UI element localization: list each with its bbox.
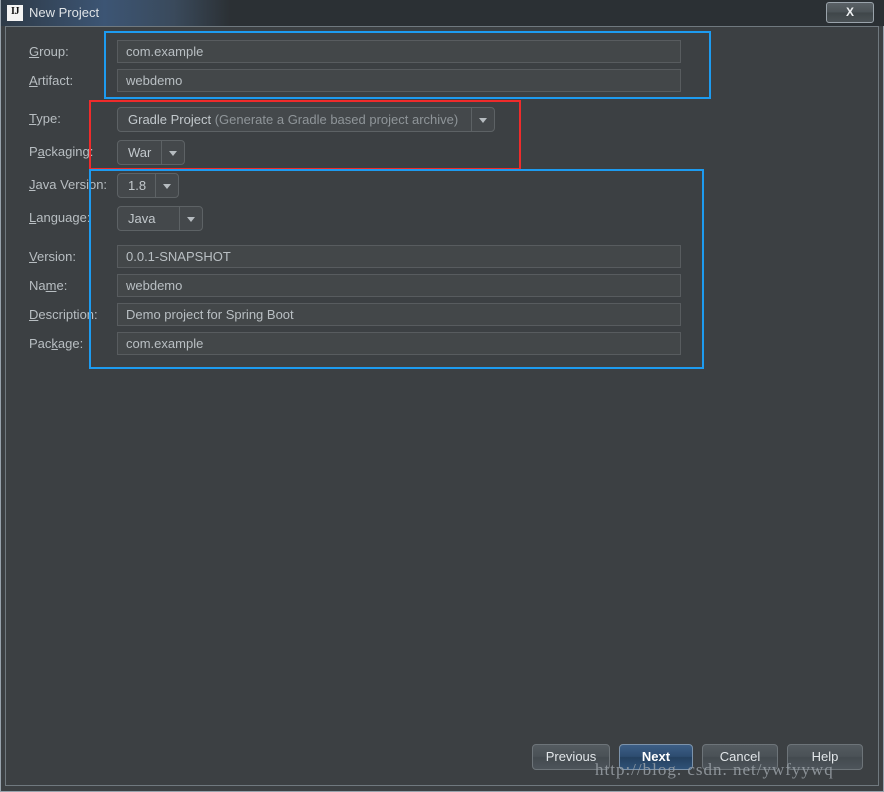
chevron-down-icon[interactable] [471,108,494,131]
help-button[interactable]: Help [787,744,863,770]
form-row-packaging: Packaging: War [1,140,884,165]
language-label: Language: [29,210,91,225]
form-row-java-version: Java Version: 1.8 [1,173,884,198]
packaging-combobox[interactable]: War [117,140,185,165]
type-combobox-hint: (Generate a Gradle based project archive… [211,112,459,127]
intellij-idea-icon: IJ [7,5,23,21]
app-icon-label: IJ [11,6,19,17]
project-metadata-form: Group: com.example Artifact: webdemo Typ… [1,26,884,726]
previous-button[interactable]: Previous [532,744,610,770]
chevron-down-icon[interactable] [155,174,178,197]
next-button[interactable]: Next [619,744,693,770]
group-input[interactable]: com.example [117,40,681,63]
description-label: Description: [29,307,98,322]
java-version-label: Java Version: [29,177,108,192]
packaging-combobox-value: War [128,145,152,160]
form-row-language: Language: Java [1,206,884,231]
form-row-version: Version: 0.0.1-SNAPSHOT [1,245,884,269]
form-row-package: Package: com.example [1,332,884,356]
type-combobox[interactable]: Gradle Project (Generate a Gradle based … [117,107,495,132]
close-icon[interactable]: X [826,2,874,23]
group-label: Group: [29,44,69,59]
type-label: Type: [29,111,61,126]
artifact-label: Artifact: [29,73,74,88]
packaging-label: Packaging: [29,144,94,159]
form-row-artifact: Artifact: webdemo [1,69,884,93]
dialog-title: New Project [29,5,100,20]
description-input[interactable]: Demo project for Spring Boot [117,303,681,326]
new-project-dialog: IJ New Project X Group: com.example Arti… [0,0,884,792]
cancel-button[interactable]: Cancel [702,744,778,770]
form-row-description: Description: Demo project for Spring Boo… [1,303,884,327]
artifact-input[interactable]: webdemo [117,69,681,92]
language-combobox-value: Java [128,211,156,226]
chevron-down-icon[interactable] [179,207,202,230]
dialog-button-bar: Previous Next Cancel Help [1,744,884,776]
package-input[interactable]: com.example [117,332,681,355]
language-combobox[interactable]: Java [117,206,203,231]
chevron-down-icon[interactable] [161,141,184,164]
version-input[interactable]: 0.0.1-SNAPSHOT [117,245,681,268]
title-bar: IJ New Project X [1,0,884,26]
name-input[interactable]: webdemo [117,274,681,297]
form-row-type: Type: Gradle Project (Generate a Gradle … [1,107,884,132]
type-combobox-value: Gradle Project (Generate a Gradle based … [128,112,459,127]
form-row-group: Group: com.example [1,40,884,64]
package-label: Package: [29,336,84,351]
java-version-combobox-value: 1.8 [128,178,147,193]
form-row-name: Name: webdemo [1,274,884,298]
name-label: Name: [29,278,68,293]
java-version-combobox[interactable]: 1.8 [117,173,179,198]
version-label: Version: [29,249,76,264]
